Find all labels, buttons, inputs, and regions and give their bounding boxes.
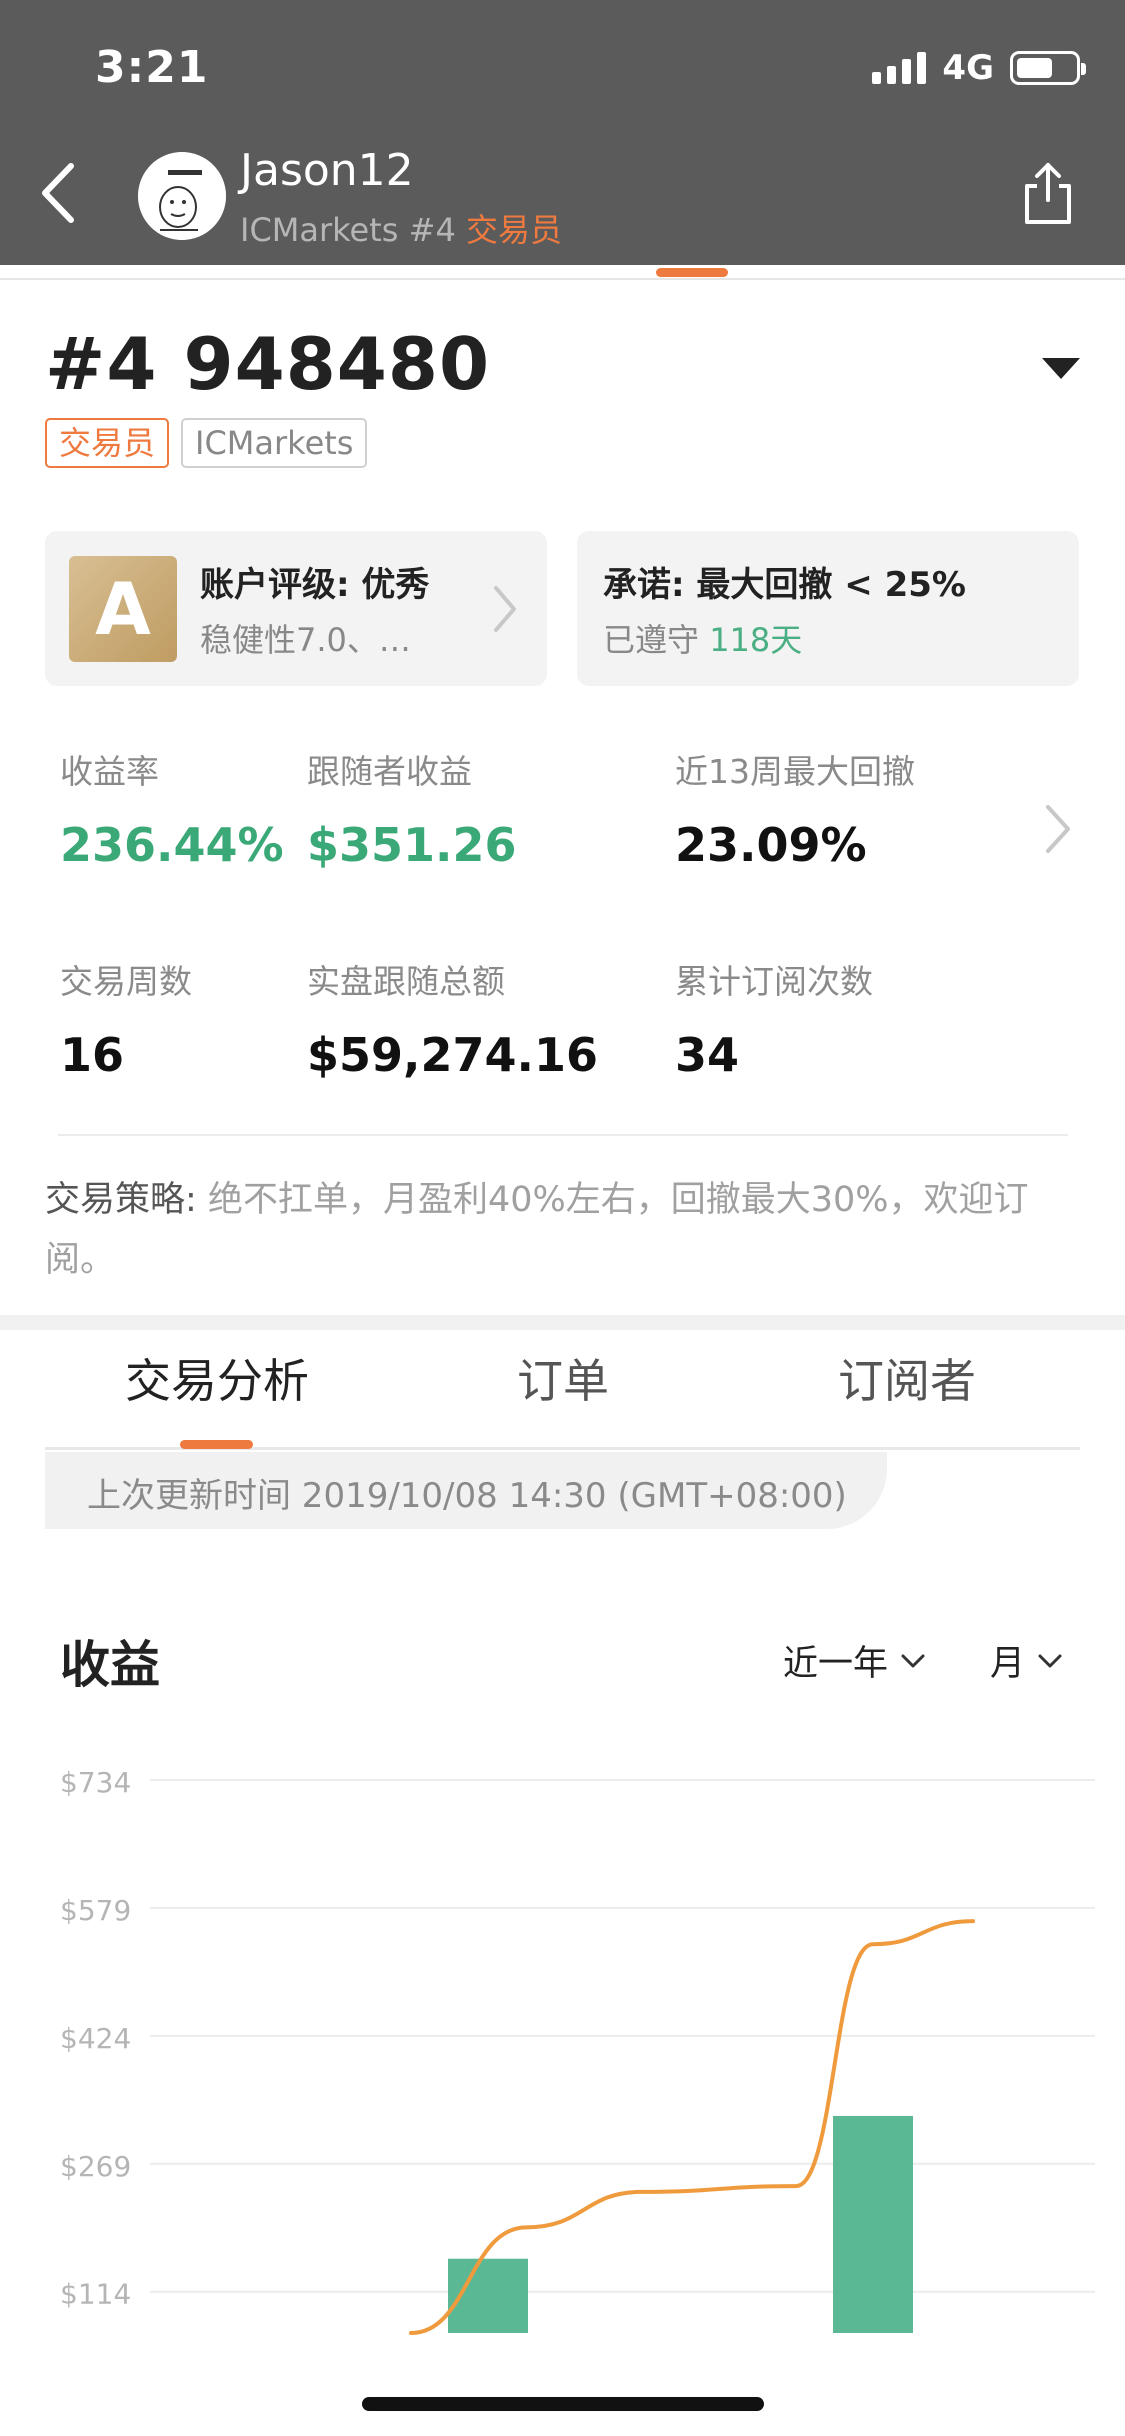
signal-icon	[872, 52, 927, 84]
stat-value-follow-total: $59,274.16	[307, 1028, 599, 1082]
role-label: 交易员	[465, 211, 562, 249]
period-filter-dropdown[interactable]: 月	[990, 1635, 1063, 1686]
grade-badge: A	[69, 556, 177, 662]
stats-divider	[58, 1134, 1068, 1136]
user-name: Jason12	[240, 145, 414, 196]
chevron-down-icon	[901, 1654, 925, 1667]
rating-subtitle: 稳健性7.0、…	[200, 621, 411, 659]
stat-value-follower-profit: $351.26	[307, 818, 517, 872]
promise-card: 承诺: 最大回撤 < 25% 已遵守 118天	[577, 531, 1079, 686]
avatar[interactable]	[138, 152, 226, 240]
stat-value-trade-weeks: 16	[60, 1028, 125, 1082]
account-dropdown-icon[interactable]	[1042, 358, 1080, 379]
promise-subtitle: 已遵守 118天	[603, 615, 802, 661]
chevron-down-icon	[1038, 1654, 1062, 1667]
tag-trader: 交易员	[45, 418, 170, 468]
promise-title: 承诺: 最大回撤 < 25%	[603, 565, 966, 605]
stat-value-max-drawdown: 23.09%	[675, 818, 867, 872]
broker-label: ICMarkets #4	[240, 211, 456, 249]
range-filter-dropdown[interactable]: 近一年	[783, 1635, 926, 1686]
rating-title: 账户评级: 优秀	[200, 565, 430, 605]
header-divider	[0, 278, 1125, 280]
stat-value-subscriptions: 34	[675, 1028, 740, 1082]
stat-label-follower-profit: 跟随者收益	[307, 752, 472, 791]
home-indicator	[362, 2397, 764, 2411]
stat-label-max-drawdown: 近13周最大回撤	[675, 752, 915, 791]
update-time-text: 上次更新时间 2019/10/08 14:30 (GMT+08:00)	[87, 1476, 847, 1516]
promise-days: 118天	[709, 621, 803, 659]
header-scroll-indicator	[656, 268, 728, 277]
tab-subscribers[interactable]: 订阅者	[838, 1345, 976, 1411]
y-tick-label: $269	[60, 2150, 131, 2183]
bar	[833, 2115, 913, 2333]
y-tick-label: $579	[60, 1894, 131, 1927]
stat-label-subscriptions: 累计订阅次数	[675, 962, 873, 1001]
stat-label-trade-weeks: 交易周数	[60, 962, 192, 1001]
share-icon[interactable]	[1019, 160, 1077, 228]
stat-value-return: 236.44%	[60, 818, 284, 872]
battery-icon	[1010, 51, 1086, 85]
tab-bar: 交易分析 订单 订阅者	[45, 1345, 1080, 1445]
account-tags: 交易员 ICMarkets	[45, 418, 368, 468]
tab-orders[interactable]: 订单	[517, 1345, 609, 1411]
account-title: #4 948480	[45, 322, 491, 406]
tab-trade-analysis[interactable]: 交易分析	[125, 1345, 309, 1411]
y-tick-label: $734	[60, 1766, 131, 1799]
stat-label-return: 收益率	[60, 752, 159, 791]
promise-prefix: 已遵守	[603, 621, 710, 659]
section-separator	[0, 1315, 1125, 1330]
network-type: 4G	[942, 48, 994, 88]
strategy-label: 交易策略:	[45, 1180, 197, 1220]
rating-card[interactable]: A 账户评级: 优秀 稳健性7.0、…	[45, 531, 547, 686]
stat-label-follow-total: 实盘跟随总额	[307, 962, 505, 1001]
profit-chart: $734 $579 $424 $269 $114	[60, 1766, 1095, 2335]
status-indicators: 4G	[872, 48, 1086, 88]
strategy-text: 交易策略: 绝不扛单，月盈利40%左右，回撤最大30%，欢迎订阅。	[45, 1170, 1045, 1290]
range-filter-label: 近一年	[783, 1644, 889, 1684]
active-tab-indicator	[180, 1440, 253, 1449]
app-header: 3:21 4G Jason12 ICMarkets #4 交易员	[0, 0, 1125, 265]
user-subtitle: ICMarkets #4 交易员	[240, 205, 562, 251]
back-arrow-icon[interactable]	[35, 158, 85, 228]
chevron-right-icon	[494, 586, 516, 632]
y-tick-label: $424	[60, 2022, 131, 2055]
update-time-bar: 上次更新时间 2019/10/08 14:30 (GMT+08:00)	[45, 1452, 887, 1529]
y-tick-label: $114	[60, 2278, 131, 2311]
status-time: 3:21	[95, 42, 209, 93]
chevron-right-icon[interactable]	[1043, 802, 1073, 856]
period-filter-label: 月	[990, 1644, 1026, 1684]
chart-title: 收益	[60, 1636, 160, 1694]
tag-broker: ICMarkets	[181, 418, 368, 468]
